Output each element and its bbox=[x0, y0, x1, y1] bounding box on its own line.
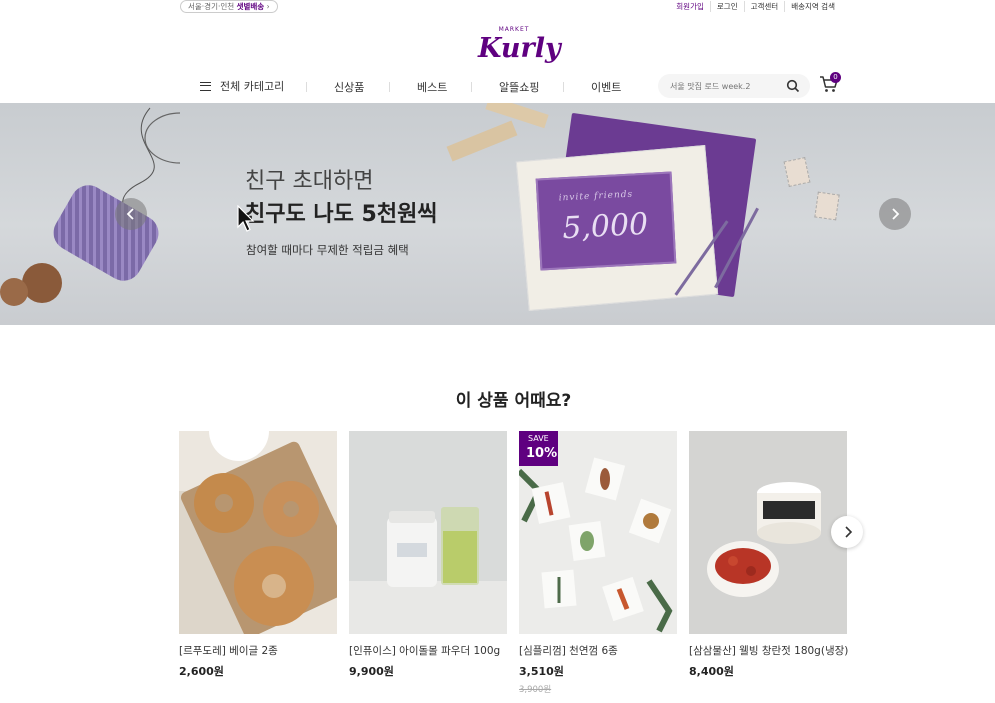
product-image[interactable] bbox=[349, 431, 507, 634]
banner-prev-button[interactable] bbox=[115, 198, 147, 230]
powder-jar-photo bbox=[349, 431, 507, 634]
nav-best[interactable]: 베스트 bbox=[417, 79, 447, 95]
delivery-type: 샛별배송 bbox=[236, 2, 265, 11]
top-utility-bar: 서울·경기·인천 샛별배송 › 회원가입 로그인 고객센터 배송지역 검색 bbox=[0, 0, 995, 14]
nav-divider bbox=[471, 82, 472, 92]
nav-divider bbox=[389, 82, 390, 92]
wax-stamp-image bbox=[22, 263, 62, 303]
nav-bargain-shopping[interactable]: 알뜰쇼핑 bbox=[499, 79, 539, 95]
delivery-area-search-link[interactable]: 배송지역 검색 bbox=[784, 1, 841, 12]
search-icon[interactable] bbox=[786, 79, 800, 93]
banner-title-line2: 친구도 나도 5천원씩 bbox=[245, 202, 438, 227]
search-box bbox=[658, 74, 810, 98]
product-image[interactable] bbox=[179, 431, 337, 634]
product-price: 8,400원 bbox=[689, 665, 734, 678]
discount-badge: SAVE 10% bbox=[519, 431, 558, 466]
mouse-cursor-icon bbox=[237, 205, 255, 232]
recommendation-section-title: 이 상품 어때요? bbox=[455, 391, 572, 411]
banner-title-line1: 친구 초대하면 bbox=[245, 169, 374, 194]
wax-stamp-image bbox=[0, 278, 28, 306]
nav-new-products[interactable]: 신상품 bbox=[334, 79, 364, 95]
card-invite-text: invite friends bbox=[558, 189, 634, 204]
main-banner[interactable]: 친구 초대하면 친구도 나도 5천원씩 참여할 때마다 무제한 적립금 혜택 i… bbox=[0, 103, 995, 325]
login-link[interactable]: 로그인 bbox=[709, 1, 744, 12]
customer-center-link[interactable]: 고객센터 bbox=[743, 1, 785, 12]
nav-divider bbox=[563, 82, 564, 92]
postage-stamp-image bbox=[814, 191, 840, 221]
product-card[interactable]: [인퓨이스] 아이돌몰 파우더 100g 9,900원 bbox=[349, 431, 507, 679]
banner-next-button[interactable] bbox=[879, 198, 911, 230]
all-categories-menu[interactable]: 전체 카테고리 bbox=[200, 78, 284, 94]
product-card[interactable]: [삼삼물산] 웰빙 창란젓 180g(냉장) 8,400원 bbox=[689, 431, 849, 679]
all-categories-label: 전체 카테고리 bbox=[220, 80, 285, 93]
product-price: 2,600원 bbox=[179, 665, 224, 678]
product-card[interactable]: [르푸도레] 베이글 2종 2,600원 bbox=[179, 431, 337, 679]
chevron-right-icon bbox=[892, 208, 900, 220]
nav-divider bbox=[306, 82, 307, 92]
product-image[interactable] bbox=[689, 431, 847, 634]
product-image[interactable]: SAVE 10% bbox=[519, 431, 677, 634]
card-amount-text: 5,000 bbox=[561, 206, 650, 247]
delivery-region: 서울·경기·인천 bbox=[188, 2, 235, 11]
product-name: [르푸도레] 베이글 2종 bbox=[179, 645, 278, 657]
market-kurly-logo[interactable]: MARKET Kurly bbox=[478, 26, 561, 70]
product-name: [심플리껌] 천연껌 6종 bbox=[519, 645, 618, 657]
product-price: 9,900원 bbox=[349, 665, 394, 678]
main-navigation: 전체 카테고리 신상품 베스트 알뜰쇼핑 이벤트 0 bbox=[0, 70, 995, 103]
signup-link[interactable]: 회원가입 bbox=[670, 1, 710, 12]
products-next-button[interactable] bbox=[831, 516, 863, 548]
badge-discount-percent: 10% bbox=[526, 446, 558, 461]
stamp-stick bbox=[485, 103, 549, 129]
utility-links: 회원가입 로그인 고객센터 배송지역 검색 bbox=[670, 1, 841, 12]
hamburger-icon bbox=[200, 81, 211, 91]
delivery-info-pill[interactable]: 서울·경기·인천 샛별배송 › bbox=[180, 0, 278, 13]
search-input[interactable] bbox=[670, 79, 780, 93]
chevron-right-icon: › bbox=[266, 2, 270, 11]
postage-stamp-image bbox=[783, 156, 811, 188]
badge-save-label: SAVE bbox=[528, 434, 549, 443]
merci-stamp-stick bbox=[446, 120, 518, 162]
banner-subtitle: 참여할 때마다 무제한 적립금 혜택 bbox=[246, 243, 409, 257]
product-card[interactable]: SAVE 10% [심플리껌] 천연껌 6종 3,510원 3,900원 bbox=[519, 431, 677, 695]
nav-events[interactable]: 이벤트 bbox=[591, 79, 621, 95]
product-original-price: 3,900원 bbox=[519, 685, 552, 695]
bagel-photo bbox=[179, 431, 337, 634]
chevron-right-icon bbox=[845, 526, 853, 538]
invite-card-image: invite friends 5,000 bbox=[535, 171, 677, 271]
logo-kurly-text: Kurly bbox=[478, 33, 561, 64]
product-name: [인퓨이스] 아이돌몰 파우더 100g bbox=[349, 645, 501, 657]
product-price: 3,510원 bbox=[519, 665, 564, 678]
product-name: [삼삼물산] 웰빙 창란젓 180g(냉장) bbox=[689, 645, 849, 657]
jeotgal-photo bbox=[689, 431, 847, 634]
chevron-left-icon bbox=[126, 208, 134, 220]
cart-count-badge: 0 bbox=[830, 72, 841, 83]
